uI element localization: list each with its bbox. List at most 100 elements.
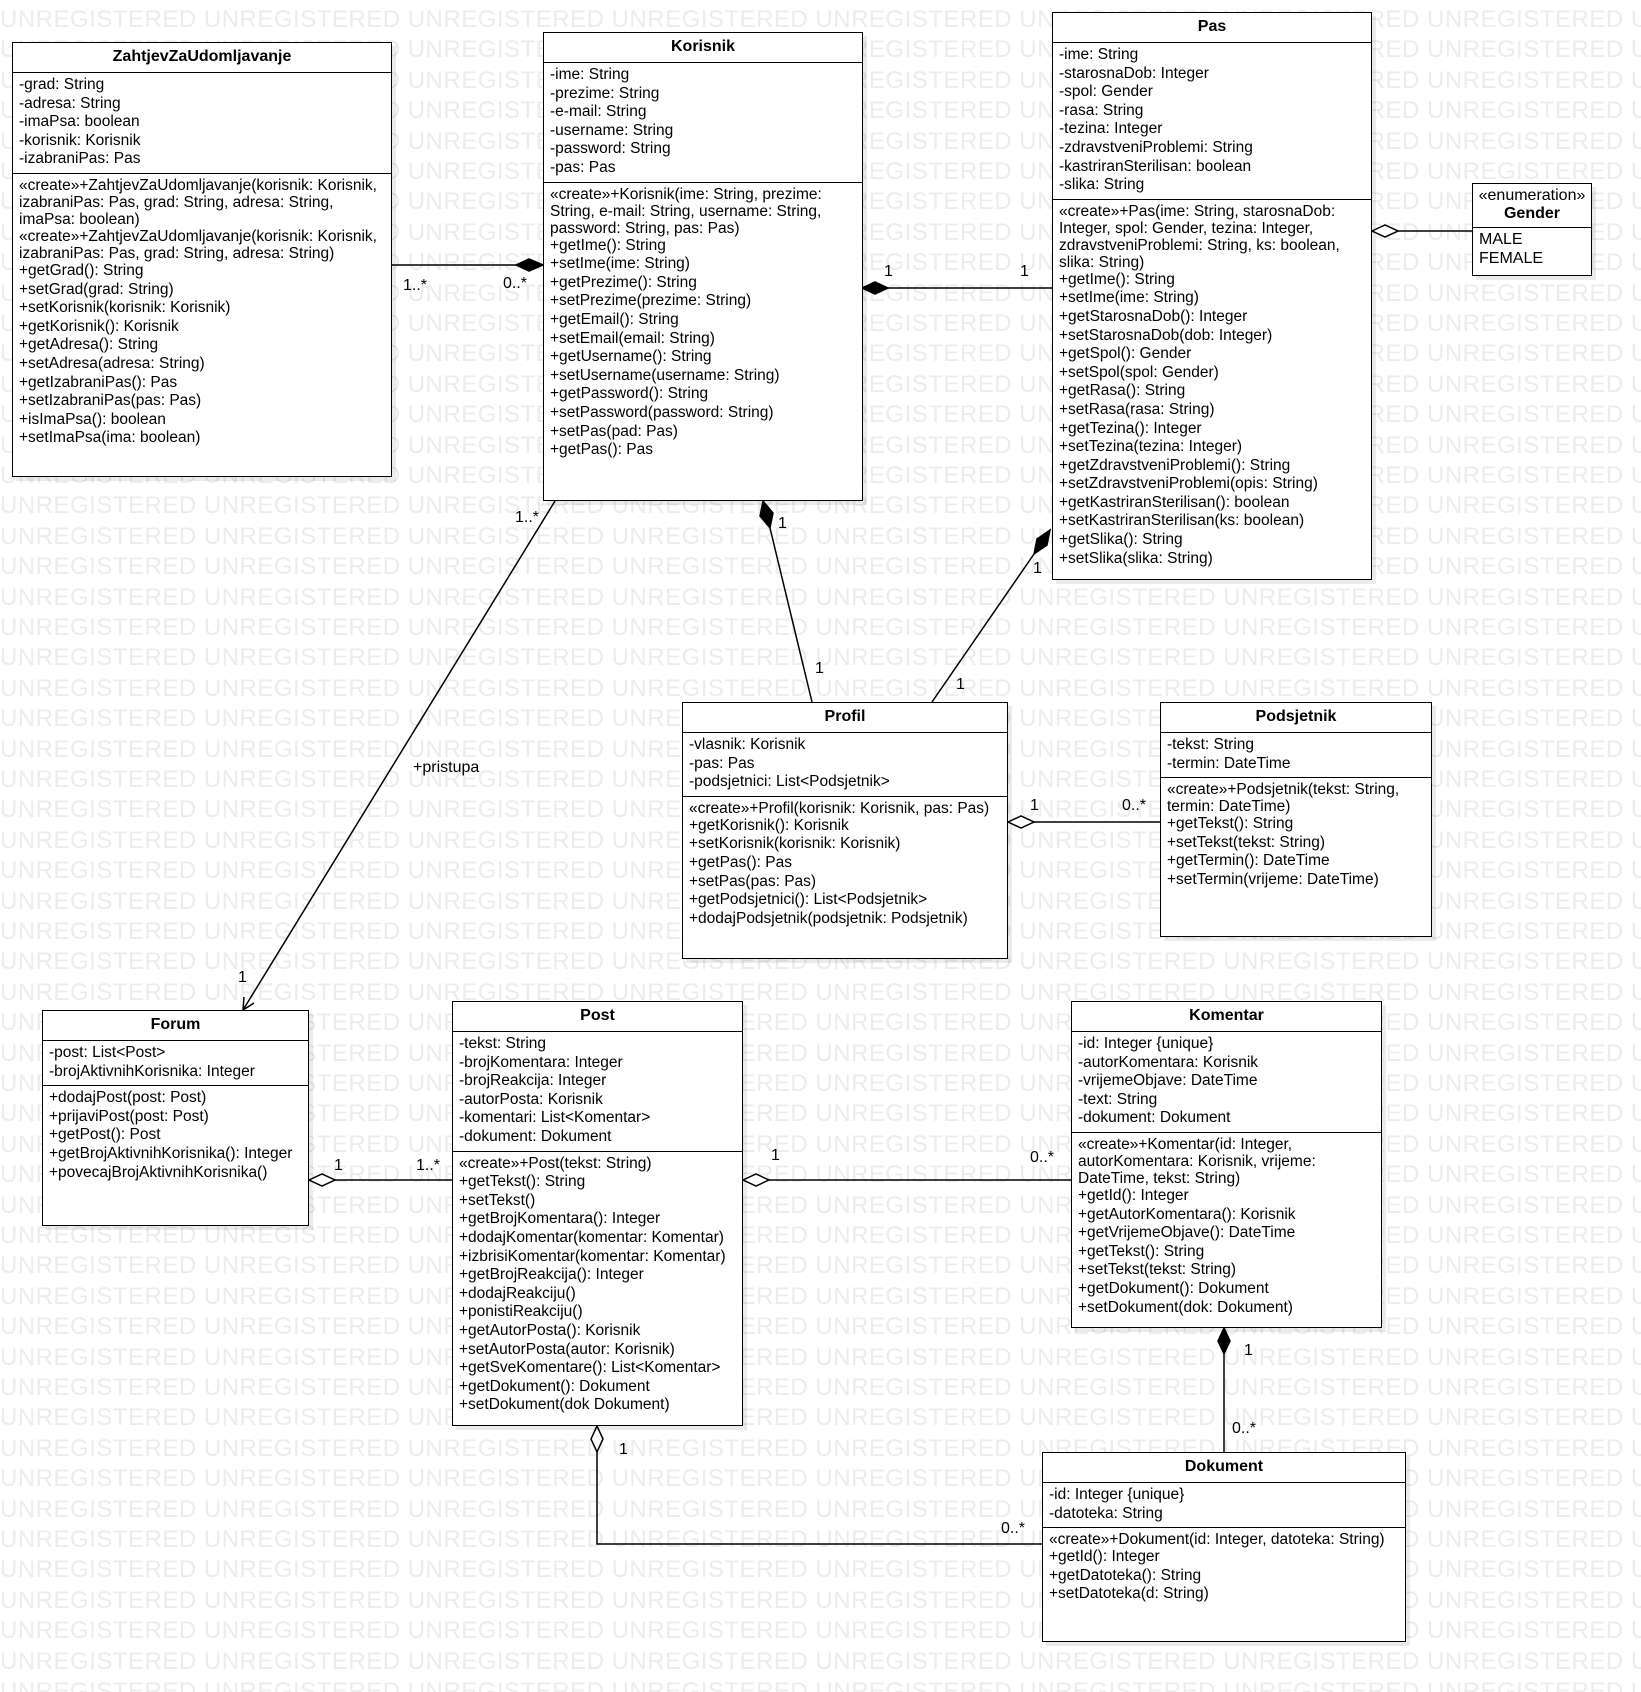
class-member: +setIme(ime: String) [1059,289,1199,307]
multiplicity-label: 0..* [1030,1149,1055,1166]
multiplicity-label: 0..* [503,275,528,292]
operations-compartment: «create»+Korisnik(ime: String, prezime: … [544,183,862,464]
operations-compartment: «create»+Pas(ime: String, starosnaDob: I… [1053,200,1371,573]
operations-compartment: +dodajPost(post: Post) +prijaviPost(post:… [43,1086,308,1186]
attributes-compartment: -tekst: String -brojKomentara: Integer -br… [453,1032,742,1152]
class-member: +setTekst(tekst: String) [1167,833,1326,851]
class-member: «create»+Profil(korisnik: Korisnik, pas:… [689,799,990,817]
class-member: +setSpol(spol: Gender) [1059,363,1219,381]
class-member: +setTekst(tekst: String) [1078,1261,1237,1279]
aggregation-diamond-post-komentar [741,1173,771,1187]
class-forum[interactable]: Forum -post: List<Post> -brojAktivnihKori… [42,1010,309,1226]
operations-compartment: «create»+ZahtjevZaUdomljavanje(korisnik:… [13,174,391,452]
class-gender-enumeration[interactable]: «enumeration» Gender MALE FEMALE [1472,183,1592,276]
class-komentar[interactable]: Komentar -id: Integer {unique} -autorKome… [1071,1001,1382,1328]
class-member: -id: Integer {unique} [1049,1486,1185,1503]
multiplicity-label: 0..* [1122,797,1147,814]
class-member: +getPas(): Pas [689,853,792,871]
class-name: Dokument [1043,1453,1405,1483]
class-member: +setEmail(email: String) [550,329,715,347]
class-member: +getUsername(): String [550,348,712,366]
class-podsjetnik[interactable]: Podsjetnik -tekst: String -termin: DateTi… [1160,702,1432,937]
class-pas[interactable]: Pas -ime: String -starosnaDob: Integer -sp… [1052,12,1372,580]
class-member: +isImaPsa(): boolean [19,410,166,428]
class-member: +getIme(): String [1059,270,1175,288]
class-post[interactable]: Post -tekst: String -brojKomentara: Integ… [452,1001,743,1426]
class-member: -komentari: List<Komentar> [459,1109,651,1127]
class-member: +setGrad(grad: String) [19,280,174,298]
class-member: +getSveKomentare(): List<Komentar> [459,1359,721,1377]
class-name: Profil [683,703,1007,733]
class-name: Korisnik [544,33,862,63]
class-member: +setZdravstveniProblemi(opis: String) [1059,475,1318,493]
class-name: Forum [43,1011,308,1041]
class-member: +setRasa(rasa: String) [1059,400,1215,418]
edge-korisnik-profil [769,527,813,703]
class-korisnik[interactable]: Korisnik -ime: String -prezime: String -e-… [543,32,863,501]
class-member: «create»+Komentar(id: Integer, autorKome… [1078,1135,1321,1187]
class-member: +getSlika(): String [1059,531,1183,549]
class-member: +setAdresa(adresa: String) [19,354,205,372]
enumeration-name: Gender [1503,205,1560,222]
class-member: -username: String [550,121,674,139]
class-member: +setPassword(password: String) [550,403,774,421]
multiplicity-label: 1..* [403,277,428,294]
class-member: +getKorisnik(): Korisnik [689,816,849,834]
class-member: +getTekst(): String [1167,815,1294,833]
aggregation-diamond-profil-podsjetnik [1006,815,1036,829]
attributes-compartment: -post: List<Post> -brojAktivnihKorisnika:… [43,1041,308,1087]
class-member: +getSpol(): Gender [1059,345,1192,363]
class-member: «create»+ZahtjevZaUdomljavanje(korisnik:… [19,176,382,228]
class-name: Pas [1053,13,1371,43]
class-member: +dodajPodsjetnik(podsjetnik: Podsjetnik) [689,909,968,927]
attributes-compartment: -id: Integer {unique} -datoteka: String [1043,1483,1405,1529]
class-member: -password: String [550,140,671,158]
class-member: +setTermin(vrijeme: DateTime) [1167,870,1379,888]
class-member: +setKorisnik(korisnik: Korisnik) [19,299,231,317]
class-member: +getPrezime(): String [550,273,697,291]
class-member: +getTekst(): String [1078,1242,1205,1260]
class-member: -datoteka: String [1049,1504,1163,1522]
class-member: MALE [1479,231,1523,248]
class-name: «enumeration» Gender [1473,184,1591,228]
composition-diamond-korisnik-pas [860,281,890,295]
class-name: Post [453,1002,742,1032]
class-member: -brojAktivnihKorisnika: Integer [49,1062,255,1080]
composition-diamond-korisnik-zahtjev [514,258,545,272]
class-profil[interactable]: Profil -vlasnik: Korisnik -pas: Pas -podsj… [682,702,1008,959]
class-member: -text: String [1078,1090,1158,1108]
composition-diamond-komentar-dokument [1217,1326,1231,1356]
aggregation-diamond-forum-post [307,1173,337,1187]
class-member: +setKorisnik(korisnik: Korisnik) [689,835,901,853]
attributes-compartment: -ime: String -starosnaDob: Integer -spol: … [1053,43,1371,200]
class-member: +getZdravstveniProblemi(): String [1059,456,1291,474]
class-member: -pas: Pas [689,754,755,772]
operations-compartment: «create»+Dokument(id: Integer, datoteka:… [1043,1528,1405,1608]
class-member: +setIme(ime: String) [550,255,690,273]
class-member: «create»+Dokument(id: Integer, datoteka:… [1049,1531,1385,1549]
class-name: ZahtjevZaUdomljavanje [13,43,391,73]
operations-compartment: «create»+Post(tekst: String) +getTekst():… [453,1152,742,1419]
class-member: +getTezina(): Integer [1059,419,1202,437]
class-member: -dokument: Dokument [1078,1109,1231,1127]
class-member: +izbrisiKomentar(komentar: Komentar) [459,1247,726,1265]
multiplicity-label: 1 [1020,263,1029,280]
class-member: «create»+Pas(ime: String, starosnaDob: I… [1059,202,1345,271]
class-member: -spol: Gender [1059,83,1153,101]
class-member: +getId(): Integer [1078,1186,1189,1204]
class-dokument[interactable]: Dokument -id: Integer {unique} -datoteka:… [1042,1452,1406,1642]
class-member: -autorKomentara: Korisnik [1078,1053,1259,1071]
attributes-compartment: -id: Integer {unique} -autorKomentara: Ko… [1072,1032,1381,1133]
class-member: +dodajReakciju() [459,1284,576,1302]
multiplicity-label: 1 [1244,1342,1253,1359]
edge-korisnik-forum [242,500,556,1011]
class-member: +setPas(pad: Pas) [550,422,678,440]
class-member: +getId(): Integer [1049,1548,1160,1566]
class-member: +setPas(pas: Pas) [689,872,817,890]
class-zahtjevzaudomljavanje[interactable]: ZahtjevZaUdomljavanje -grad: String -adre… [12,42,392,477]
class-member: -brojReakcija: Integer [459,1072,607,1090]
class-member: +setDokument(dok Dokument) [459,1396,670,1414]
class-member: +getTekst(): String [459,1173,586,1191]
attributes-compartment: -tekst: String -termin: DateTime [1161,733,1431,779]
class-member: -vrijemeObjave: DateTime [1078,1072,1258,1090]
